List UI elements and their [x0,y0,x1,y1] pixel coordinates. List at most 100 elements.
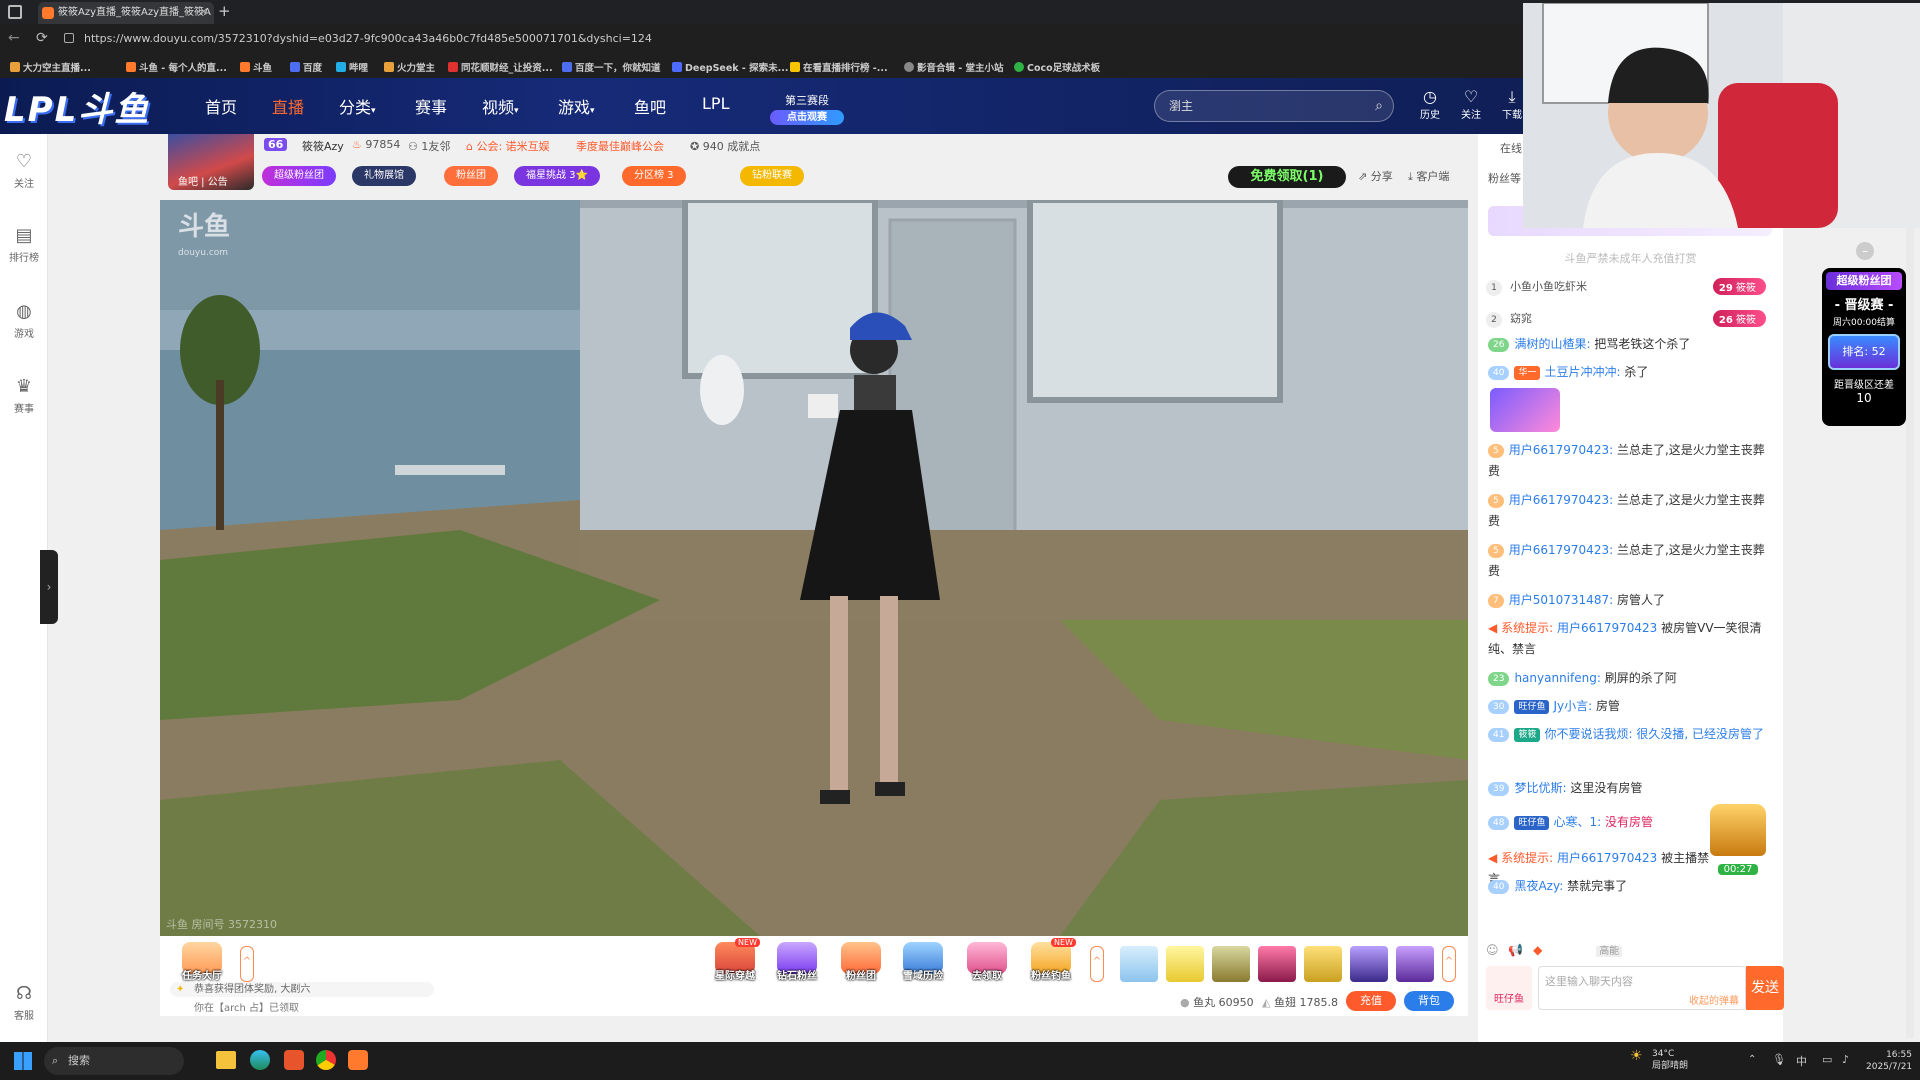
chat-message[interactable]: 7 用户5010731487: 房管人了 [1488,590,1770,611]
tab-fan-rank[interactable]: 粉丝等 [1488,170,1521,186]
task-hall-button[interactable]: 任务大厅 [176,942,228,982]
chat-message[interactable]: 5 用户6617970423: 兰总走了,这是火力堂主丧葬费 [1488,440,1770,482]
free-claim-button[interactable]: 免费领取(1) [1228,166,1346,188]
nav-home[interactable]: 首页 [205,94,237,118]
edge-icon[interactable] [250,1050,270,1070]
bookmark-item[interactable]: 哔哩 [336,60,368,74]
nav-live[interactable]: 直播 [272,94,304,118]
gift-item[interactable] [1120,946,1158,982]
windows-start-icon[interactable] [14,1052,32,1070]
chat-message[interactable]: 26 满树的山楂果: 把骂老铁这个杀了 [1488,334,1770,355]
nav-events[interactable]: 赛事 [415,94,447,118]
gift-snow-adventure[interactable]: 雪域历险 [898,942,948,982]
gift-diamond-fan[interactable]: 钻石粉丝 [772,942,822,982]
gift-claim[interactable]: 去领取 [962,942,1012,982]
chat-message[interactable]: 39 梦比优斯: 这里没有房管 [1488,778,1770,799]
chrome-icon[interactable] [316,1050,336,1070]
follow-button[interactable]: ♡ 关注 [1454,88,1488,122]
zone-rank-badge[interactable]: 分区榜 3 [622,166,686,186]
lucky-challenge-badge[interactable]: 福星挑战 3⭐ [514,166,600,186]
gift-star-travel[interactable]: 星际穿越 NEW [710,938,760,982]
achievement-points[interactable]: ✪ 940 成就点 [690,138,760,154]
bookmark-item[interactable]: 影音合辑 - 堂主小站 [904,60,1004,74]
bookmark-item[interactable]: 同花顺财经_让投资... [448,60,553,74]
share-button[interactable]: ⇗ 分享 [1358,168,1393,184]
treasure-chest-icon[interactable] [1710,804,1766,856]
bookmark-item[interactable]: 斗鱼 [240,60,272,74]
url-text[interactable]: https://www.douyu.com/3572310?dyshid=e03… [84,32,652,45]
chat-message[interactable]: 23 hanyannifeng: 刷屏的杀了阿 [1488,668,1770,689]
close-tab-icon[interactable]: ✕ [200,2,208,24]
app-icon[interactable] [284,1050,304,1070]
megaphone-icon[interactable]: 📢 [1508,943,1523,957]
minimize-icon[interactable]: – [1856,242,1874,260]
network-icon[interactable]: ▭ [1822,1053,1832,1066]
bookmark-item[interactable]: 大力空主直播... [10,60,91,74]
gift-item[interactable] [1212,946,1250,982]
gift-item[interactable] [1304,946,1342,982]
search-input[interactable]: 瀏主 ⌕ [1154,90,1394,122]
chat-message[interactable]: 40 黑夜Azy: 禁就完事了 [1488,876,1770,897]
reload-icon[interactable]: ⟳ [36,30,48,46]
watch-match-button[interactable]: 点击观赛 [770,110,844,125]
bookmark-item[interactable]: DeepSeek - 探索未... [672,60,789,74]
tray-chevron-icon[interactable]: ⌃ [1748,1054,1756,1065]
nav-category[interactable]: 分类▾ [339,94,376,118]
fan-icon[interactable]: ◆ [1533,943,1542,957]
recharge-button[interactable]: 充值 [1346,991,1396,1011]
chat-message[interactable]: 5 用户6617970423: 兰总走了,这是火力堂主丧葬费 [1488,490,1770,532]
video-player[interactable]: 斗鱼 douyu.com 斗鱼 房间号 3572310 [160,200,1468,936]
tab-online[interactable]: 在线 [1500,140,1522,156]
emoji-icon[interactable]: ☺ [1486,943,1499,957]
nav-lpl[interactable]: LPL [702,94,729,113]
super-fan-card[interactable]: 超级粉丝团 - 晋级赛 - 周六00:00结算 排名: 52 距晋级区还差 10 [1822,268,1906,426]
ime-indicator[interactable]: 中 [1796,1053,1807,1069]
clock[interactable]: 16:55 2025/7/21 [1866,1049,1912,1073]
sidebar-item-events[interactable]: ♛ 赛事 [0,377,48,416]
gift-scroll-left-button[interactable]: ^ [1090,946,1104,982]
back-icon[interactable]: ← [8,30,20,46]
quality-toggle[interactable]: 高能 [1596,946,1623,957]
chat-input[interactable]: 这里输入聊天内容 收起的弹幕 [1538,966,1746,1010]
gift-gallery-badge[interactable]: 礼物展馆 [352,166,416,186]
bookmark-item[interactable]: 在看直播排行榜 -... [790,60,888,74]
bookmark-item[interactable]: Coco足球战术板 [1014,60,1100,74]
gift-item[interactable] [1258,946,1296,982]
file-explorer-icon[interactable] [216,1051,236,1069]
streamer-name[interactable]: 筱筱Azy [302,138,344,154]
rank-item[interactable]: 1 小鱼小鱼吃虾米 29 筱筱 [1486,278,1776,296]
bookmark-item[interactable]: 斗鱼 - 每个人的直... [126,60,227,74]
rank-item[interactable]: 2 窈窕 26 筱筱 [1486,310,1776,328]
wangzai-button[interactable]: 旺仔鱼 [1486,966,1532,1010]
chat-message[interactable]: 30 旺仔鱼 Jy小言: 房管 [1488,696,1770,717]
volume-icon[interactable]: ♪ [1842,1053,1849,1066]
chat-message[interactable]: 48 旺仔鱼 心寒、1: 没有房管 [1488,812,1688,833]
douyu-app-icon[interactable] [348,1050,368,1070]
sidebar-expand-button[interactable]: › [40,550,58,624]
sidebar-item-games[interactable]: ◍ 游戏 [0,302,48,341]
gift-item[interactable] [1396,946,1434,982]
bookmark-item[interactable]: 百度 [290,60,322,74]
expand-arrow-button[interactable]: ^ [240,946,254,982]
diamond-league-badge[interactable]: 钻粉联赛 [740,166,804,186]
chat-scrollbar[interactable] [1906,228,1914,1038]
chat-message[interactable]: 40 华一 土豆片冲冲冲: 杀了 [1488,362,1770,383]
gift-fan-club[interactable]: 粉丝团 [836,942,886,982]
site-logo[interactable]: LPL斗鱼 [4,82,188,130]
new-tab-icon[interactable]: + [218,2,231,20]
guild-info[interactable]: ⌂ 公会: 诺米互娱 [466,138,550,154]
bookmark-item[interactable]: 百度一下，你就知道 [562,60,661,74]
search-icon[interactable]: ⌕ [1375,91,1383,121]
nav-video[interactable]: 视频▾ [482,94,519,118]
browser-tab[interactable]: 筱筱Azy直播_筱筱Azy直播_筱筱A ✕ [38,2,214,24]
site-info-icon[interactable] [64,33,74,43]
chat-message[interactable]: 5 用户6617970423: 兰总走了,这是火力堂主丧葬费 [1488,540,1770,582]
streamer-avatar[interactable]: 鱼吧 | 公告 [168,134,254,190]
client-download-button[interactable]: ⤓ 客户端 [1408,168,1449,184]
sidebar-item-service[interactable]: ☊ 客服 [0,984,48,1023]
fan-club-badge[interactable]: 粉丝团 [444,166,498,186]
gift-item[interactable] [1166,946,1204,982]
backpack-button[interactable]: 背包 [1404,991,1454,1011]
gift-scroll-right-button[interactable]: ^ [1442,946,1456,982]
season-entry[interactable]: 第三赛段 点击观赛 [770,92,844,125]
